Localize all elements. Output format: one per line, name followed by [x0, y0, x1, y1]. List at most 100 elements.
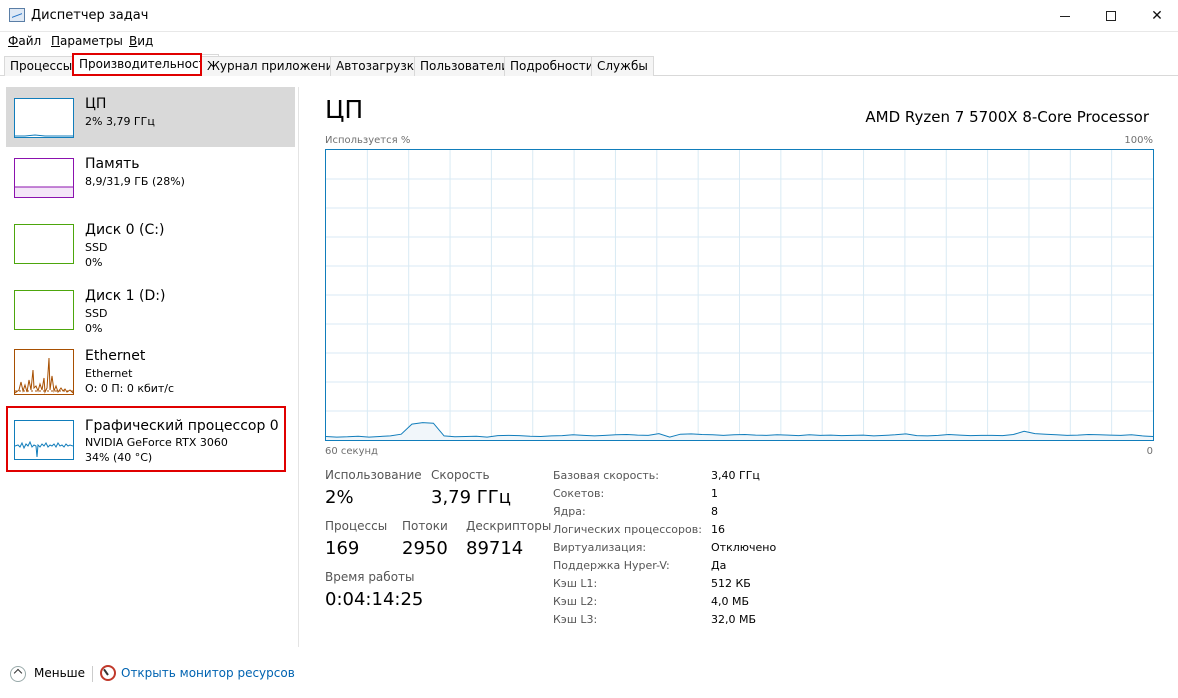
spec-l1-label: Кэш L1:	[553, 577, 598, 590]
cpu-thumbnail-graph	[14, 98, 74, 138]
uptime-label: Время работы	[325, 570, 415, 584]
sidebar-item-detail: 0%	[85, 256, 103, 269]
sidebar-item-title: Диск 0 (C:)	[85, 222, 165, 238]
sidebar-item-detail: 0%	[85, 322, 103, 335]
open-resource-monitor-link[interactable]: Открыть монитор ресурсов	[121, 666, 295, 680]
tab-startup[interactable]: Автозагрузка	[330, 56, 428, 76]
threads-label: Потоки	[402, 519, 448, 533]
spec-sockets-label: Сокетов:	[553, 487, 605, 500]
sidebar-item-disk1[interactable]: Диск 1 (D:) SSD 0%	[6, 279, 295, 339]
spec-l3-label: Кэш L3:	[553, 613, 598, 626]
processes-value: 169	[325, 538, 360, 559]
uptime-value: 0:04:14:25	[325, 589, 424, 610]
sidebar-item-memory[interactable]: Память 8,9/31,9 ГБ (28%)	[6, 147, 295, 207]
spec-logical-label: Логических процессоров:	[553, 523, 702, 536]
close-icon: ✕	[1151, 8, 1163, 24]
menu-view[interactable]: Вид	[129, 34, 153, 48]
ethernet-thumbnail-line	[15, 357, 73, 394]
disk0-thumbnail-graph	[14, 224, 74, 264]
tab-users[interactable]: Пользователи	[414, 56, 516, 76]
menu-file[interactable]: Файл	[8, 34, 41, 48]
sidebar-item-type: Ethernet	[85, 367, 133, 380]
memory-thumbnail-fill	[15, 187, 73, 197]
footer-bar: Меньше Открыть монитор ресурсов	[0, 660, 1178, 688]
spec-logical-value: 16	[711, 523, 725, 536]
graph-y-label: Используется %	[325, 135, 411, 146]
spec-virtualization-label: Виртуализация:	[553, 541, 647, 554]
sidebar-item-gpu0[interactable]: Графический процессор 0 NVIDIA GeForce R…	[6, 409, 295, 469]
close-button[interactable]: ✕	[1134, 0, 1178, 32]
resource-monitor-icon[interactable]	[100, 665, 116, 681]
title-bar: Диспетчер задач ✕	[0, 0, 1178, 32]
sidebar-item-type: SSD	[85, 241, 108, 254]
sidebar-item-title: Ethernet	[85, 348, 146, 364]
graph-time-end: 0	[1146, 446, 1153, 457]
handles-label: Дескрипторы	[466, 519, 552, 533]
graph-time-label: 60 секунд	[325, 446, 378, 457]
cpu-thumbnail-svg	[15, 134, 73, 137]
memory-thumbnail-svg	[15, 186, 73, 197]
sidebar-item-title: ЦП	[85, 96, 107, 112]
memory-thumbnail-graph	[14, 158, 74, 198]
handles-value: 89714	[466, 538, 524, 559]
usage-value: 2%	[325, 487, 354, 508]
footer-divider	[92, 666, 93, 682]
disk1-thumbnail-graph	[14, 290, 74, 330]
spec-base-speed-value: 3,40 ГГц	[711, 469, 760, 482]
resource-sidebar: ЦП 2% 3,79 ГГц Память 8,9/31,9 ГБ (28%) …	[0, 87, 299, 647]
page-title: ЦП	[325, 95, 364, 124]
sidebar-item-ethernet[interactable]: Ethernet Ethernet О: 0 П: 0 кбит/с	[6, 345, 295, 405]
graph-y-max: 100%	[1124, 135, 1153, 146]
cpu-thumbnail-line	[15, 134, 73, 137]
ethernet-thumbnail-svg	[15, 357, 73, 394]
cpu-usage-graph	[325, 149, 1154, 441]
tab-app-history[interactable]: Журнал приложений	[201, 56, 348, 76]
threads-value: 2950	[402, 538, 448, 559]
sidebar-item-disk0[interactable]: Диск 0 (C:) SSD 0%	[6, 213, 295, 273]
menu-options[interactable]: Параметры	[51, 34, 123, 48]
cpu-model-name: AMD Ryzen 7 5700X 8-Core Processor	[865, 108, 1149, 126]
tab-services[interactable]: Службы	[591, 56, 654, 76]
sidebar-item-cpu[interactable]: ЦП 2% 3,79 ГГц	[6, 87, 295, 147]
maximize-icon	[1106, 11, 1116, 21]
gpu-thumbnail-svg	[15, 440, 73, 458]
tab-performance[interactable]: Производительность	[73, 54, 219, 76]
window-title: Диспетчер задач	[31, 8, 149, 23]
gpu-thumbnail-line	[15, 440, 73, 458]
sidebar-item-detail: О: 0 П: 0 кбит/с	[85, 382, 175, 395]
speed-value: 3,79 ГГц	[431, 487, 512, 508]
spec-cores-label: Ядра:	[553, 505, 586, 518]
sidebar-item-type: SSD	[85, 307, 108, 320]
cpu-usage-graph-svg	[326, 150, 1153, 440]
sidebar-item-title: Память	[85, 156, 140, 172]
spec-l3-value: 32,0 МБ	[711, 613, 757, 626]
tab-strip: Процессы Производительность Журнал прило…	[0, 54, 1178, 76]
spec-hyperv-label: Поддержка Hyper-V:	[553, 559, 670, 572]
tab-details[interactable]: Подробности	[504, 56, 600, 76]
tab-processes[interactable]: Процессы	[4, 56, 79, 76]
speed-label: Скорость	[431, 468, 490, 482]
minimize-icon	[1060, 15, 1070, 17]
gpu-thumbnail-graph	[14, 420, 74, 460]
chevron-up-icon[interactable]	[10, 666, 26, 682]
spec-virtualization-value: Отключено	[711, 541, 777, 554]
sidebar-item-detail: 8,9/31,9 ГБ (28%)	[85, 175, 185, 188]
ethernet-thumbnail-graph	[14, 349, 74, 395]
spec-sockets-value: 1	[711, 487, 718, 500]
fewer-details-button[interactable]: Меньше	[34, 666, 85, 680]
maximize-button[interactable]	[1088, 0, 1134, 32]
sidebar-item-title: Графический процессор 0	[85, 418, 279, 434]
processes-label: Процессы	[325, 519, 388, 533]
spec-l2-label: Кэш L2:	[553, 595, 598, 608]
spec-hyperv-value: Да	[711, 559, 727, 572]
spec-cores-value: 8	[711, 505, 718, 518]
spec-l2-value: 4,0 МБ	[711, 595, 750, 608]
task-manager-icon	[9, 8, 25, 22]
minimize-button[interactable]	[1042, 0, 1088, 32]
spec-base-speed-label: Базовая скорость:	[553, 469, 659, 482]
spec-l1-value: 512 КБ	[711, 577, 751, 590]
menu-bar: Файл Параметры Вид	[0, 32, 1178, 52]
usage-label: Использование	[325, 468, 422, 482]
sidebar-item-type: NVIDIA GeForce RTX 3060	[85, 436, 228, 449]
sidebar-item-detail: 34% (40 °C)	[85, 451, 153, 464]
